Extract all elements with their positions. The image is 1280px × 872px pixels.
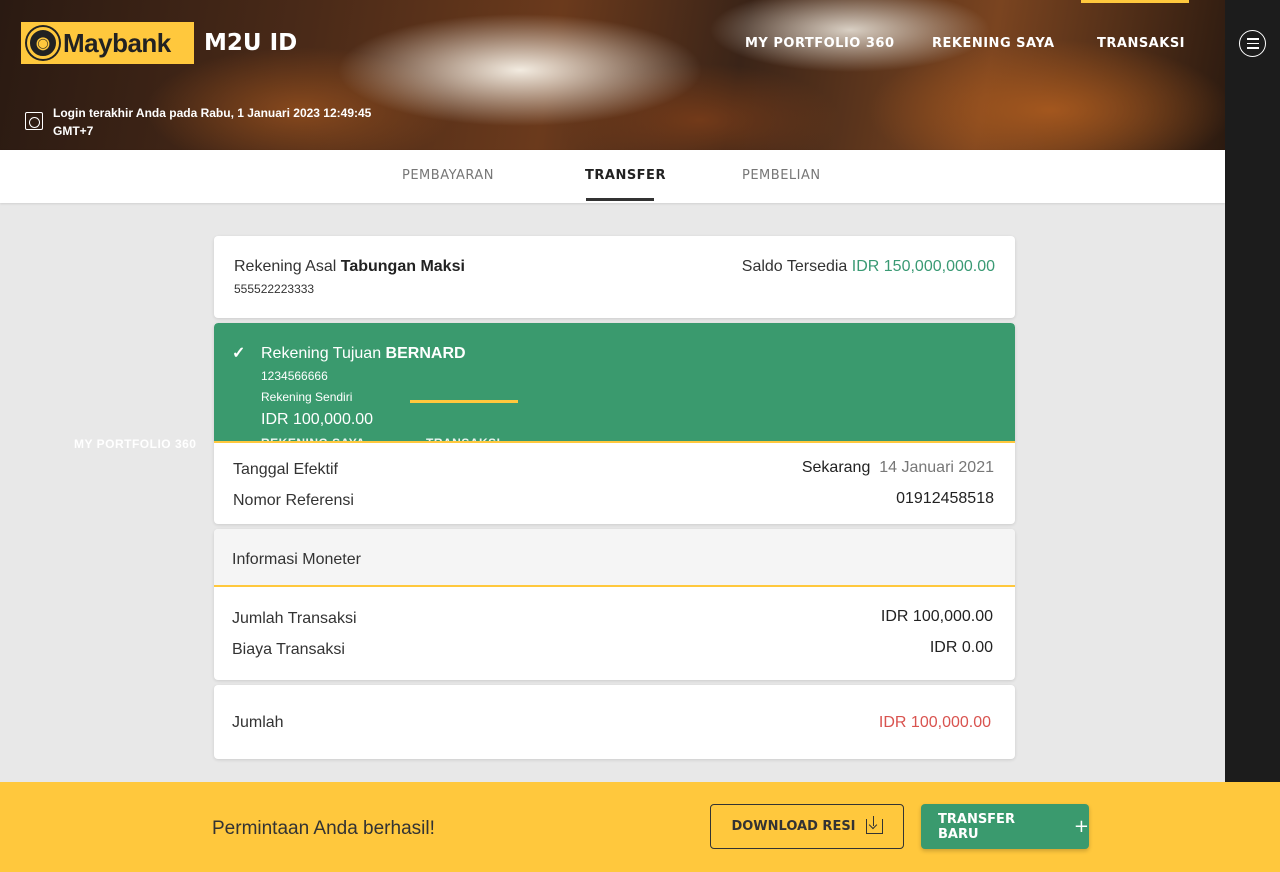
- ghost-nav-indicator: [410, 400, 518, 403]
- destination-account-name: BERNARD: [385, 345, 466, 362]
- check-icon: ✓: [232, 345, 246, 362]
- nav-active-indicator: [1081, 0, 1189, 3]
- source-account-name: Tabungan Maksi: [340, 258, 465, 275]
- nav-transaksi[interactable]: TRANSAKSI: [1097, 36, 1185, 51]
- balance-label: Saldo Tersedia: [741, 258, 848, 275]
- monetary-info-header: Informasi Moneter: [214, 529, 1015, 587]
- tab-transfer[interactable]: TRANSFER: [585, 168, 666, 183]
- side-panel: [1225, 0, 1280, 782]
- divider: [214, 441, 1015, 443]
- app-title: M2U ID: [204, 30, 298, 56]
- last-login-text: Login terakhir Anda pada Rabu, 1 Januari…: [53, 106, 372, 120]
- download-receipt-button[interactable]: DOWNLOAD RESI: [710, 804, 904, 849]
- destination-label-text: Rekening Tujuan: [261, 345, 382, 362]
- reference-number-label: Nomor Referensi: [233, 492, 354, 509]
- transaction-fee-value: IDR 0.00: [929, 639, 993, 656]
- source-label-text: Rekening Asal: [234, 258, 337, 275]
- last-login-timezone: GMT+7: [53, 124, 94, 138]
- tab-pembelian[interactable]: PEMBELIAN: [742, 168, 821, 183]
- monetary-info-card: Informasi Moneter Jumlah Transaksi IDR 1…: [214, 529, 1015, 680]
- success-message: Permintaan Anda berhasil!: [212, 818, 435, 839]
- destination-account-card: ✓ Rekening Tujuan BERNARD 1234566666 Rek…: [214, 323, 1015, 524]
- menu-icon[interactable]: [1239, 30, 1266, 57]
- transaction-amount-value: IDR 100,000.00: [880, 608, 993, 625]
- transaction-tabs: PEMBAYARAN TRANSFER PEMBELIAN: [0, 150, 1225, 203]
- monetary-info-title: Informasi Moneter: [232, 551, 361, 568]
- total-label: Jumlah: [232, 714, 284, 731]
- reference-number-value: 01912458518: [896, 490, 994, 507]
- effective-date-value: Sekarang 14 Januari 2021: [802, 459, 994, 477]
- tab-active-indicator: [586, 198, 654, 201]
- effective-date-label: Tanggal Efektif: [233, 461, 338, 478]
- effective-when: Sekarang: [801, 459, 871, 476]
- transaction-amount-label: Jumlah Transaksi: [232, 610, 357, 627]
- source-account-card: Rekening Asal Tabungan Maksi 55552222333…: [214, 236, 1015, 318]
- available-balance: Saldo Tersedia IDR 150,000,000.00: [742, 258, 995, 276]
- effective-date: 14 Januari 2021: [879, 459, 994, 476]
- last-login-info: Login terakhir Anda pada Rabu, 1 Januari…: [25, 104, 371, 140]
- maybank-logo[interactable]: ◉ Maybank: [21, 22, 194, 64]
- nav-rekening-saya[interactable]: REKENING SAYA: [932, 36, 1055, 51]
- download-icon: [865, 816, 883, 834]
- new-transfer-button[interactable]: TRANSFER BARU +: [921, 804, 1089, 849]
- total-value: IDR 100,000.00: [878, 714, 991, 731]
- total-card: Jumlah IDR 100,000.00: [214, 685, 1015, 759]
- calendar-clock-icon: [25, 112, 43, 130]
- destination-success-panel: ✓ Rekening Tujuan BERNARD 1234566666 Rek…: [214, 323, 1015, 450]
- header-banner: ◉ Maybank M2U ID MY PORTFOLIO 360 REKENI…: [0, 0, 1225, 150]
- ghost-nav-transaksi: TRANSAKSI: [426, 436, 501, 450]
- nav-my-portfolio[interactable]: MY PORTFOLIO 360: [745, 36, 895, 51]
- transaction-fee-label: Biaya Transaksi: [232, 641, 345, 658]
- destination-account-type: Rekening Sendiri: [261, 390, 353, 404]
- destination-account-label: Rekening Tujuan BERNARD: [261, 345, 466, 363]
- plus-icon: +: [1073, 816, 1089, 837]
- ghost-nav-rekening-saya: REKENING SAYA: [261, 436, 366, 450]
- destination-amount: IDR 100,000.00: [261, 411, 374, 428]
- brand-name: Maybank: [63, 27, 171, 58]
- ghost-nav-my-portfolio: MY PORTFOLIO 360: [74, 437, 197, 451]
- tab-pembayaran[interactable]: PEMBAYARAN: [402, 168, 494, 183]
- download-receipt-label: DOWNLOAD RESI: [731, 819, 856, 834]
- source-account-number: 555522223333: [234, 282, 315, 296]
- balance-amount: IDR 150,000,000.00: [851, 258, 995, 275]
- destination-account-number: 1234566666: [261, 369, 328, 383]
- new-transfer-label: TRANSFER BARU: [938, 811, 1015, 842]
- result-footer: Permintaan Anda berhasil! DOWNLOAD RESI …: [0, 782, 1280, 872]
- source-account-label: Rekening Asal Tabungan Maksi: [234, 258, 465, 276]
- tiger-icon: ◉: [27, 27, 59, 59]
